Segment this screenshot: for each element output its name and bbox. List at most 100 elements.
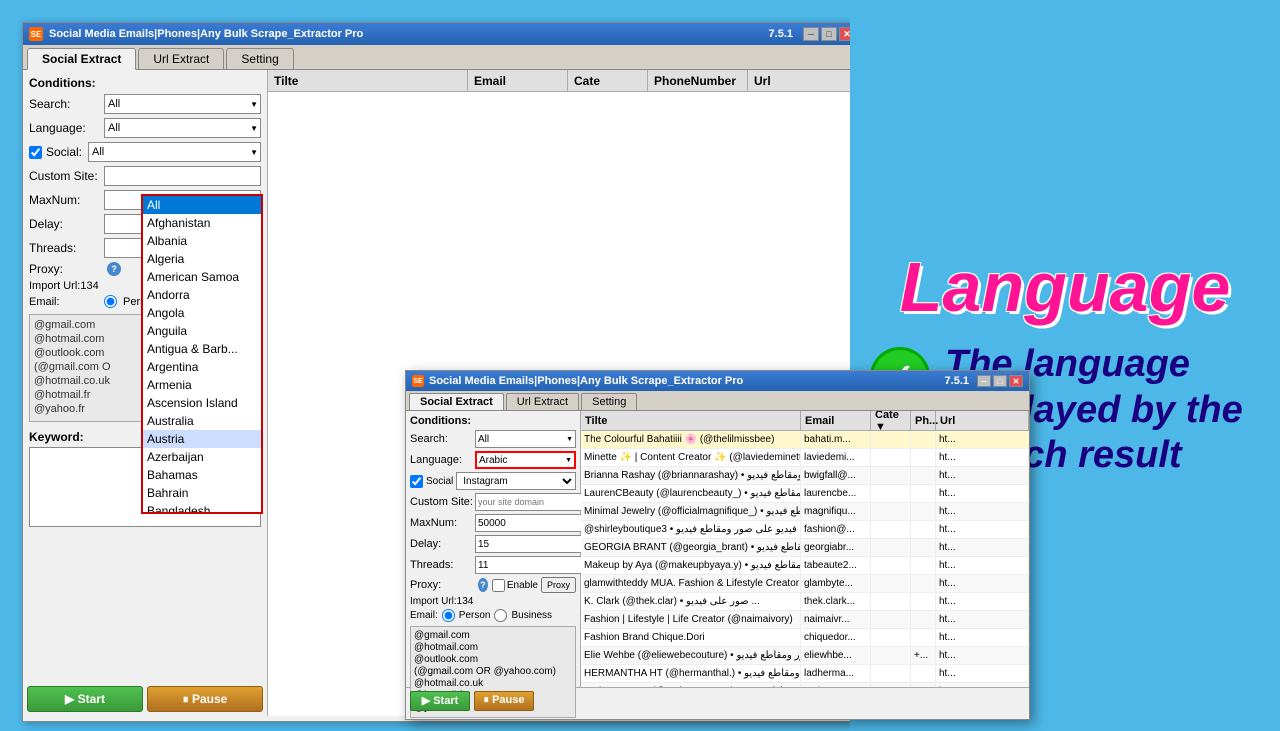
second-tab-url[interactable]: Url Extract bbox=[506, 393, 579, 410]
second-enable-label: Enable bbox=[507, 580, 538, 591]
second-cell-title: LaurenCBeauty (@laurencbeauty_) • صور وم… bbox=[581, 485, 801, 502]
language-value: All bbox=[108, 122, 120, 134]
second-tab-social[interactable]: Social Extract bbox=[409, 393, 504, 410]
second-app-title: Social Media Emails|Phones|Any Bulk Scra… bbox=[429, 375, 945, 387]
second-table-row[interactable]: Makeup by Aya (@makeupbyaya.y) • فيديو ع… bbox=[581, 557, 1029, 575]
second-table-row[interactable]: K. Clark (@thek.clar) • صور على فيديو ..… bbox=[581, 593, 1029, 611]
second-table-row[interactable]: Minette ✨ | Content Creator ✨ (@laviedem… bbox=[581, 449, 1029, 467]
dropdown-item-all[interactable]: All bbox=[143, 196, 261, 214]
second-cell-cate bbox=[871, 593, 911, 610]
table-header: Tilte Email Cate PhoneNumber Url bbox=[268, 70, 861, 92]
second-enable-checkbox[interactable] bbox=[492, 579, 505, 592]
second-table-row[interactable]: GEORGIA BRANT (@georgia_brant) • صور ومق… bbox=[581, 539, 1029, 557]
second-table-row[interactable]: Fashion | Lifestyle | Life Creator (@nai… bbox=[581, 611, 1029, 629]
custom-site-input[interactable] bbox=[104, 166, 261, 186]
second-maximize-button[interactable]: □ bbox=[993, 375, 1007, 387]
dropdown-item-bangladesh[interactable]: Bangladesh bbox=[143, 502, 261, 514]
second-maxnum-row: MaxNum: bbox=[410, 514, 576, 532]
maximize-button[interactable]: □ bbox=[821, 27, 837, 41]
second-table-row[interactable]: LaurenCBeauty (@laurencbeauty_) • صور وم… bbox=[581, 485, 1029, 503]
dropdown-item-anguila[interactable]: Anguila bbox=[143, 322, 261, 340]
left-panel: Conditions: Search: All ▼ Language: All … bbox=[23, 70, 268, 716]
second-import-label: Import Url:134 bbox=[410, 596, 473, 607]
minimize-button[interactable]: ─ bbox=[803, 27, 819, 41]
dropdown-item-austria[interactable]: Austria bbox=[143, 430, 261, 448]
second-person-radio[interactable] bbox=[442, 609, 455, 622]
second-cell-phone bbox=[911, 665, 936, 682]
dropdown-item-afghanistan[interactable]: Afghanistan bbox=[143, 214, 261, 232]
social-combo[interactable]: All ▼ bbox=[88, 142, 261, 162]
person-radio[interactable] bbox=[104, 295, 117, 308]
dropdown-item-albania[interactable]: Albania bbox=[143, 232, 261, 250]
second-custom-site-row: Custom Site: bbox=[410, 493, 576, 511]
second-table-row[interactable]: Elie Wehbe (@eliewebecouture) • فيديو عل… bbox=[581, 647, 1029, 665]
bottom-buttons: ▶ Start ⏸ Pause bbox=[27, 686, 263, 712]
tab-url-extract[interactable]: Url Extract bbox=[138, 48, 224, 69]
second-title-bar: SE Social Media Emails|Phones|Any Bulk S… bbox=[406, 371, 1029, 391]
dropdown-item-antigua[interactable]: Antigua & Barb... bbox=[143, 340, 261, 358]
dropdown-item-algeria[interactable]: Algeria bbox=[143, 250, 261, 268]
title-bar: SE Social Media Emails|Phones|Any Bulk S… bbox=[23, 23, 861, 45]
pause-button[interactable]: ⏸ Pause bbox=[147, 686, 263, 712]
language-dropdown[interactable]: All Afghanistan Albania Algeria American… bbox=[141, 194, 263, 514]
search-combo[interactable]: All ▼ bbox=[104, 94, 261, 114]
proxy-help-icon[interactable]: ? bbox=[107, 262, 121, 276]
col-header-email: Email bbox=[468, 70, 568, 91]
app-version: 7.5.1 bbox=[769, 28, 793, 40]
dropdown-item-american-samoa[interactable]: American Samoa bbox=[143, 268, 261, 286]
second-cell-phone bbox=[911, 629, 936, 646]
dropdown-item-bahamas[interactable]: Bahamas bbox=[143, 466, 261, 484]
social-checkbox[interactable] bbox=[29, 146, 42, 159]
second-search-row: Search: All ▼ bbox=[410, 430, 576, 448]
second-cell-url: ht... bbox=[936, 647, 1029, 664]
second-cell-email: georgiabr... bbox=[801, 539, 871, 556]
second-cell-email: tabeaute2... bbox=[801, 557, 871, 574]
dropdown-item-australia[interactable]: Australia bbox=[143, 412, 261, 430]
second-table-row[interactable]: glamwithteddy MUA. Fashion & Lifestyle C… bbox=[581, 575, 1029, 593]
dropdown-item-armenia[interactable]: Armenia bbox=[143, 376, 261, 394]
second-start-button[interactable]: ▶ Start bbox=[410, 691, 470, 711]
second-proxy-button[interactable]: Proxy bbox=[541, 577, 576, 593]
second-table-row[interactable]: Brianna Rashay (@briannarashay) • فيديو … bbox=[581, 467, 1029, 485]
second-custom-site-input[interactable] bbox=[475, 493, 598, 511]
language-combo[interactable]: All ▼ bbox=[104, 118, 261, 138]
second-language-combo[interactable]: Arabic ▼ bbox=[475, 451, 576, 469]
second-version: 7.5.1 bbox=[945, 375, 969, 387]
proxy-label: Proxy: bbox=[29, 262, 104, 276]
second-cell-cate bbox=[871, 503, 911, 520]
second-cell-url: ht... bbox=[936, 557, 1029, 574]
second-email-1: @gmail.com bbox=[414, 630, 572, 641]
second-search-combo[interactable]: All ▼ bbox=[475, 430, 576, 448]
second-col-phone: Ph... bbox=[911, 411, 936, 430]
second-cell-title: Brianna Rashay (@briannarashay) • فيديو … bbox=[581, 467, 801, 484]
conditions-label: Conditions: bbox=[29, 76, 261, 90]
second-table-row[interactable]: The Colourful Bahatiiii 🌸 (@thelilmissbe… bbox=[581, 431, 1029, 449]
second-cell-cate bbox=[871, 521, 911, 538]
second-proxy-help-icon[interactable]: ? bbox=[478, 578, 488, 592]
second-minimize-button[interactable]: ─ bbox=[977, 375, 991, 387]
second-tab-setting[interactable]: Setting bbox=[581, 393, 637, 410]
second-table-row[interactable]: Minimal Jewelry (@officialmagnifique_) •… bbox=[581, 503, 1029, 521]
second-cell-title: Makeup by Aya (@makeupbyaya.y) • فيديو ع… bbox=[581, 557, 801, 574]
dropdown-item-angola[interactable]: Angola bbox=[143, 304, 261, 322]
second-table-row[interactable]: @shirleyboutique3 • فيديو على صور ومقاطع… bbox=[581, 521, 1029, 539]
dropdown-item-azerbaijan[interactable]: Azerbaijan bbox=[143, 448, 261, 466]
tab-setting[interactable]: Setting bbox=[226, 48, 293, 69]
second-social-combo[interactable]: Instagram bbox=[456, 472, 576, 490]
dropdown-item-bahrain[interactable]: Bahrain bbox=[143, 484, 261, 502]
second-business-radio[interactable] bbox=[494, 609, 507, 622]
second-cell-email: bahati.m... bbox=[801, 431, 871, 448]
second-pause-button[interactable]: ⏸ Pause bbox=[474, 691, 534, 711]
tab-social-extract[interactable]: Social Extract bbox=[27, 48, 136, 70]
second-email-5: @hotmail.co.uk bbox=[414, 678, 572, 689]
start-button[interactable]: ▶ Start bbox=[27, 686, 143, 712]
second-table-row[interactable]: HERMANTHA HT (@hermanthal.) • فيديو على … bbox=[581, 665, 1029, 683]
second-close-button[interactable]: ✕ bbox=[1009, 375, 1023, 387]
second-cell-phone bbox=[911, 485, 936, 502]
second-social-checkbox[interactable] bbox=[410, 475, 423, 488]
dropdown-item-argentina[interactable]: Argentina bbox=[143, 358, 261, 376]
dropdown-item-ascension[interactable]: Ascension Island bbox=[143, 394, 261, 412]
dropdown-item-andorra[interactable]: Andorra bbox=[143, 286, 261, 304]
second-table-row[interactable]: Amber Tamara (@ambertamaraa) • فيديو على… bbox=[581, 683, 1029, 687]
second-table-row[interactable]: Fashion Brand Chique.Dori chiquedor... h… bbox=[581, 629, 1029, 647]
